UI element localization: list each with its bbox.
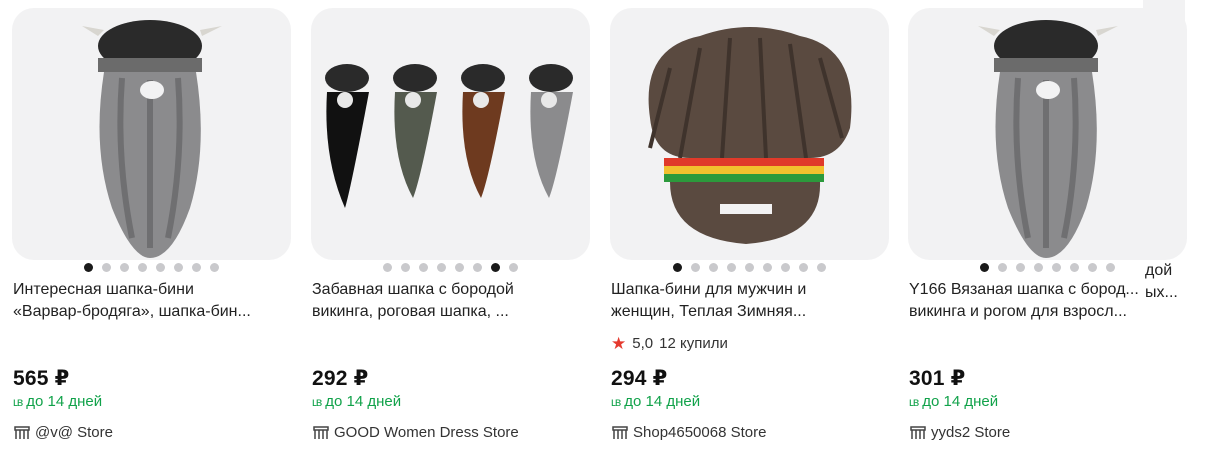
- store-link[interactable]: yyds2 Store: [910, 424, 1010, 441]
- product-title-line: «Варвар-бродяга», шапка-бин...: [13, 303, 251, 320]
- carousel-dot[interactable]: [1016, 263, 1025, 272]
- carousel-dots[interactable]: [311, 263, 590, 273]
- store-name: yyds2 Store: [931, 424, 1011, 441]
- carousel-dot[interactable]: [437, 263, 446, 272]
- product-card[interactable]: Интересная шапка-бини «Варвар-бродяга», …: [12, 0, 294, 459]
- delivery-truck-icon: ʟʙ: [312, 394, 322, 409]
- product-image[interactable]: [610, 8, 889, 260]
- carousel-dot[interactable]: [383, 263, 392, 272]
- delivery-info: ʟʙ до 14 дней: [611, 393, 700, 410]
- carousel-dot[interactable]: [745, 263, 754, 272]
- rasta-hair-hat-image: [648, 27, 852, 244]
- store-icon: [612, 425, 628, 439]
- star-icon: ★: [611, 334, 627, 353]
- delivery-truck-icon: ʟʙ: [13, 394, 23, 409]
- carousel-dot[interactable]: [998, 263, 1007, 272]
- carousel-dot[interactable]: [156, 263, 165, 272]
- product-image[interactable]: [311, 8, 590, 260]
- carousel-dot[interactable]: [138, 263, 147, 272]
- carousel-dot[interactable]: [709, 263, 718, 272]
- carousel-dot[interactable]: [1034, 263, 1043, 272]
- delivery-text: до 14 дней: [624, 393, 701, 410]
- four-viking-hats-image: [325, 64, 573, 208]
- carousel-dot[interactable]: [401, 263, 410, 272]
- store-link[interactable]: GOOD Women Dress Store: [313, 424, 519, 441]
- carousel-dot[interactable]: [1070, 263, 1079, 272]
- product-title[interactable]: Забавная шапка с бородой викинга, рогова…: [312, 279, 588, 323]
- store-icon: [14, 425, 30, 439]
- store-name: GOOD Women Dress Store: [334, 424, 519, 441]
- product-title-line: Интересная шапка-бини: [13, 281, 194, 298]
- delivery-info: ʟʙ до 14 дней: [312, 393, 401, 410]
- product-title-line: Y166 Вязаная шапка с бород...: [909, 281, 1139, 298]
- store-link[interactable]: Shop4650068 Store: [612, 424, 766, 441]
- carousel-dot[interactable]: [799, 263, 808, 272]
- carousel-dot[interactable]: [1106, 263, 1115, 272]
- product-title-line: Шапка-бини для мужчин и: [611, 281, 807, 298]
- carousel-dot[interactable]: [1088, 263, 1097, 272]
- carousel-dot[interactable]: [120, 263, 129, 272]
- store-icon: [910, 425, 926, 439]
- carousel-dot[interactable]: [192, 263, 201, 272]
- carousel-dot[interactable]: [491, 263, 500, 272]
- product-card[interactable]: Шапка-бини для мужчин и женщин, Теплая З…: [610, 0, 892, 459]
- product-price: 301 ₽: [909, 367, 966, 390]
- carousel-dot[interactable]: [102, 263, 111, 272]
- delivery-text: до 14 дней: [26, 393, 103, 410]
- carousel-dot[interactable]: [817, 263, 826, 272]
- next-card-image-edge[interactable]: [1143, 0, 1185, 236]
- product-title-line: викинга и рогом для взросл...: [909, 303, 1127, 320]
- product-price: 565 ₽: [13, 367, 70, 390]
- product-title-line: викинга, роговая шапка, ...: [312, 303, 509, 320]
- delivery-text: до 14 дней: [325, 393, 402, 410]
- product-title-line: женщин, Теплая Зимняя...: [611, 303, 807, 320]
- store-name: Shop4650068 Store: [633, 424, 767, 441]
- delivery-info: ʟʙ до 14 дней: [13, 393, 102, 410]
- delivery-truck-icon: ʟʙ: [611, 394, 621, 409]
- carousel-dot[interactable]: [419, 263, 428, 272]
- carousel-dots[interactable]: [12, 263, 291, 273]
- carousel-dot[interactable]: [691, 263, 700, 272]
- carousel-dot[interactable]: [509, 263, 518, 272]
- carousel-dots[interactable]: [610, 263, 889, 273]
- product-price: 292 ₽: [312, 367, 369, 390]
- carousel-dot[interactable]: [727, 263, 736, 272]
- product-title[interactable]: Y166 Вязаная шапка с бород... викинга и …: [909, 279, 1185, 323]
- rating-value: 5,0: [632, 335, 654, 352]
- store-name: @v@ Store: [35, 424, 113, 441]
- purchase-count: 12 купили: [659, 335, 728, 352]
- viking-beard-hat-image: [82, 20, 222, 258]
- product-title-line: Забавная шапка с бородой: [312, 281, 514, 298]
- store-link[interactable]: @v@ Store: [14, 424, 113, 441]
- carousel-dot[interactable]: [763, 263, 772, 272]
- delivery-truck-icon: ʟʙ: [909, 394, 919, 409]
- next-card-title-line: ых...: [1145, 284, 1178, 301]
- carousel-dot[interactable]: [455, 263, 464, 272]
- next-card-title-line: дой: [1145, 262, 1173, 279]
- carousel-dot[interactable]: [174, 263, 183, 272]
- carousel-dot[interactable]: [473, 263, 482, 272]
- carousel-dot[interactable]: [210, 263, 219, 272]
- carousel-dot[interactable]: [673, 263, 682, 272]
- carousel-dot[interactable]: [781, 263, 790, 272]
- carousel-dot[interactable]: [980, 263, 989, 272]
- product-title[interactable]: Интересная шапка-бини «Варвар-бродяга», …: [13, 279, 289, 323]
- product-rating: ★ 5,0 12 купили: [611, 335, 728, 352]
- product-image[interactable]: [12, 8, 291, 260]
- delivery-text: до 14 дней: [922, 393, 999, 410]
- product-title[interactable]: Шапка-бини для мужчин и женщин, Теплая З…: [611, 279, 887, 323]
- product-card[interactable]: Забавная шапка с бородой викинга, рогова…: [311, 0, 593, 459]
- product-price: 294 ₽: [611, 367, 668, 390]
- carousel-dot[interactable]: [84, 263, 93, 272]
- carousel-dot[interactable]: [1052, 263, 1061, 272]
- delivery-info: ʟʙ до 14 дней: [909, 393, 998, 410]
- next-card-title-fragment[interactable]: дой ых...: [1145, 260, 1178, 304]
- store-icon: [313, 425, 329, 439]
